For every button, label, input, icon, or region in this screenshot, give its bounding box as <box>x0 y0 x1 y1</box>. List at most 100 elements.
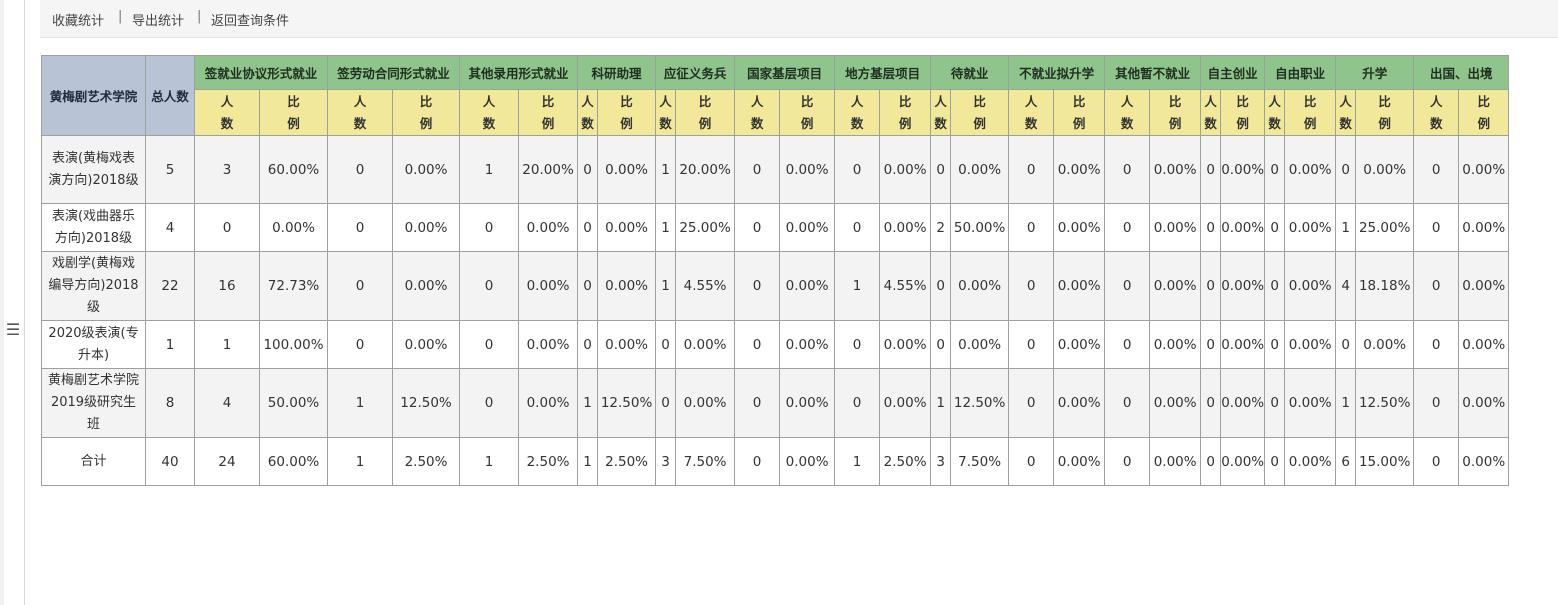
ratio-cell: 0.00% <box>879 135 932 204</box>
ratio-cell: 0.00% <box>950 135 1010 204</box>
ratio-cell: 0.00% <box>779 368 836 438</box>
ratio-cell: 0.00% <box>779 251 836 321</box>
ratio-cell: 0.00% <box>1220 368 1266 438</box>
ratio-cell: 0.00% <box>1149 251 1202 321</box>
ratio-cell: 0.00% <box>675 320 736 369</box>
count-cell: 0 <box>1104 203 1151 252</box>
count-subheader: 人数 <box>1335 89 1357 136</box>
count-cell: 1 <box>834 251 881 321</box>
toolbar-separator: | <box>197 9 202 24</box>
group-header: 自主创业 <box>1200 55 1266 90</box>
table-body: 表演(黄梅戏表演方向)2018级 5 3 60.00% 0 0.00% 1 20.00% 0 0.… <box>41 135 1510 486</box>
subheader-label: 比例 <box>1168 93 1182 131</box>
subheader-label: 人数 <box>353 93 367 131</box>
ratio-cell: 50.00% <box>950 203 1010 252</box>
table-row: 表演(黄梅戏表演方向)2018级 5 3 60.00% 0 0.00% 1 20.00% 0 0.… <box>41 135 1510 204</box>
count-cell: 0 <box>1200 203 1222 252</box>
ratio-cell: 0.00% <box>1284 203 1337 252</box>
row-total-cell: 22 <box>145 251 195 321</box>
ratio-cell: 20.00% <box>518 135 579 204</box>
subheader-label: 人数 <box>659 93 672 131</box>
count-cell: 1 <box>459 135 520 204</box>
row-name-cell: 合计 <box>41 437 146 486</box>
menu-toggle-icon[interactable]: ☰ <box>5 321 21 339</box>
count-cell: 1 <box>834 437 881 486</box>
count-cell: 24 <box>194 437 260 486</box>
count-cell: 0 <box>1200 437 1222 486</box>
ratio-cell: 50.00% <box>258 368 329 438</box>
subheader-label: 比例 <box>898 93 912 131</box>
ratio-subheader: 比例 <box>1053 89 1106 136</box>
ratio-cell: 12.50% <box>950 368 1010 438</box>
ratio-cell: 0.00% <box>1458 251 1510 321</box>
count-cell: 0 <box>930 320 952 369</box>
count-cell: 0 <box>834 320 881 369</box>
subheader-label: 比例 <box>1303 93 1317 131</box>
ratio-cell: 0.00% <box>518 320 579 369</box>
ratio-cell: 0.00% <box>1220 135 1266 204</box>
ratio-cell: 0.00% <box>1149 203 1202 252</box>
ratio-cell: 4.55% <box>675 251 736 321</box>
count-subheader: 人数 <box>459 89 520 136</box>
ratio-cell: 0.00% <box>392 135 461 204</box>
count-cell: 0 <box>1200 368 1222 438</box>
count-cell: 1 <box>577 437 599 486</box>
subheader-label: 人数 <box>850 93 864 131</box>
ratio-cell: 0.00% <box>1053 368 1106 438</box>
count-cell: 0 <box>1264 251 1286 321</box>
count-cell: 0 <box>1413 320 1460 369</box>
subheader-label: 比例 <box>1378 93 1391 131</box>
count-subheader: 人数 <box>1264 89 1286 136</box>
ratio-cell: 0.00% <box>1284 368 1337 438</box>
group-header: 其他录用形式就业 <box>459 55 579 90</box>
favorite-stats-link[interactable]: 收藏统计 <box>52 10 104 29</box>
count-cell: 0 <box>194 203 260 252</box>
ratio-cell: 18.18% <box>1355 251 1415 321</box>
count-cell: 0 <box>577 251 599 321</box>
count-cell: 0 <box>1104 251 1151 321</box>
ratio-cell: 0.00% <box>1149 437 1202 486</box>
count-subheader: 人数 <box>834 89 881 136</box>
row-total-cell: 1 <box>145 320 195 369</box>
row-name-cell: 2020级表演(专升本) <box>41 320 146 369</box>
ratio-cell: 0.00% <box>1458 320 1510 369</box>
count-cell: 0 <box>734 251 781 321</box>
ratio-cell: 0.00% <box>779 203 836 252</box>
ratio-cell: 0.00% <box>1220 437 1266 486</box>
count-cell: 0 <box>1413 135 1460 204</box>
ratio-cell: 7.50% <box>950 437 1010 486</box>
ratio-cell: 0.00% <box>950 251 1010 321</box>
count-cell: 0 <box>734 368 781 438</box>
export-stats-link[interactable]: 导出统计 <box>132 10 184 29</box>
count-subheader: 人数 <box>577 89 599 136</box>
ratio-cell: 0.00% <box>518 203 579 252</box>
ratio-subheader: 比例 <box>518 89 579 136</box>
count-cell: 0 <box>1413 203 1460 252</box>
ratio-cell: 0.00% <box>1053 437 1106 486</box>
subheader-label: 人数 <box>1339 93 1352 131</box>
back-to-query-link[interactable]: 返回查询条件 <box>211 10 289 29</box>
ratio-subheader: 比例 <box>1149 89 1202 136</box>
subheader-label: 比例 <box>541 93 555 131</box>
count-subheader: 人数 <box>1008 89 1055 136</box>
row-name-cell: 表演(戏曲器乐方向)2018级 <box>41 203 146 252</box>
ratio-cell: 0.00% <box>1220 251 1266 321</box>
count-cell: 0 <box>1104 437 1151 486</box>
row-name-cell: 黄梅剧艺术学院2019级研究生班 <box>41 368 146 438</box>
count-cell: 0 <box>1104 320 1151 369</box>
count-cell: 6 <box>1335 437 1357 486</box>
ratio-subheader: 比例 <box>1355 89 1415 136</box>
count-cell: 0 <box>459 368 520 438</box>
group-header: 其他暂不就业 <box>1104 55 1202 90</box>
count-cell: 0 <box>577 203 599 252</box>
count-cell: 0 <box>1200 320 1222 369</box>
row-total-cell: 8 <box>145 368 195 438</box>
count-cell: 0 <box>1200 251 1222 321</box>
row-total-cell: 4 <box>145 203 195 252</box>
subheader-label: 比例 <box>1236 93 1249 131</box>
count-cell: 0 <box>459 203 520 252</box>
subheader-label: 人数 <box>482 93 496 131</box>
ratio-cell: 0.00% <box>258 203 329 252</box>
count-cell: 0 <box>834 135 881 204</box>
count-cell: 0 <box>834 368 881 438</box>
